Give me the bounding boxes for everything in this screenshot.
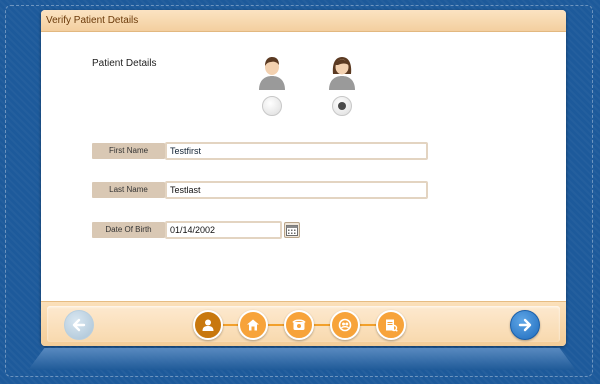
house-icon <box>247 319 259 331</box>
gender-radio-male[interactable] <box>262 96 282 116</box>
wizard-navigation-bar <box>41 301 566 346</box>
person-icon <box>202 319 214 331</box>
gender-option-female <box>325 54 359 134</box>
male-avatar-icon <box>259 57 285 90</box>
verify-patient-panel: Verify Patient Details Patient Details F… <box>41 10 566 346</box>
dob-row: Date Of Birth <box>92 221 300 239</box>
female-avatar-icon <box>329 57 355 90</box>
gender-radio-female[interactable] <box>332 96 352 116</box>
dob-label: Date Of Birth <box>92 222 165 238</box>
arrow-right-icon <box>518 318 532 332</box>
dob-input[interactable] <box>165 221 282 239</box>
step-contact[interactable] <box>284 310 314 340</box>
step-review[interactable] <box>376 310 406 340</box>
first-name-label: First Name <box>92 143 165 159</box>
step-patient[interactable] <box>193 310 223 340</box>
first-name-input[interactable] <box>165 142 428 160</box>
last-name-label: Last Name <box>92 182 165 198</box>
first-name-row: First Name <box>92 142 428 160</box>
phone-icon <box>292 319 306 330</box>
gender-option-male <box>255 54 289 134</box>
patient-details-label: Patient Details <box>92 58 157 69</box>
document-icon <box>386 319 398 332</box>
step-insurance[interactable] <box>330 310 360 340</box>
insurance-icon <box>338 318 352 332</box>
next-button[interactable] <box>510 310 540 340</box>
last-name-row: Last Name <box>92 181 428 199</box>
step-address[interactable] <box>238 310 268 340</box>
panel-base-shadow <box>28 348 576 370</box>
previous-button[interactable] <box>64 310 94 340</box>
calendar-icon <box>286 225 298 236</box>
window-title: Verify Patient Details <box>41 10 566 32</box>
calendar-button[interactable] <box>284 222 300 238</box>
last-name-input[interactable] <box>165 181 428 199</box>
arrow-left-icon <box>72 318 86 332</box>
